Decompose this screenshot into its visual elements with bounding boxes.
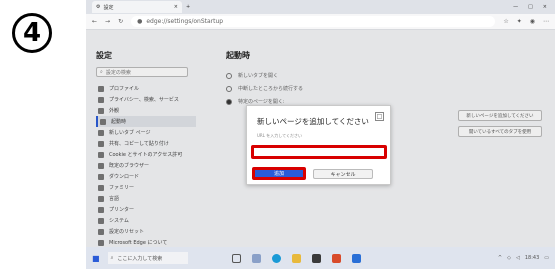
windows-start-icon[interactable]: ■: [92, 254, 100, 263]
taskbar-search-input[interactable]: ⌕ ここに入力して検索: [107, 252, 188, 264]
taskbar-search-placeholder: ここに入力して検索: [117, 255, 163, 262]
browser-titlebar: ⚙ 設定 × + — □ ×: [86, 0, 555, 14]
chevron-up-icon[interactable]: ^: [498, 255, 502, 261]
volume-icon[interactable]: ◁: [516, 255, 520, 261]
network-icon[interactable]: ◇: [507, 255, 511, 261]
add-button[interactable]: 追加: [252, 167, 306, 180]
tab-settings[interactable]: ⚙ 設定 ×: [92, 1, 182, 13]
maximize-button[interactable]: □: [528, 4, 533, 10]
url-field-label: URL を入力してください: [257, 133, 302, 138]
tab-title: 設定: [103, 4, 114, 11]
notification-icon[interactable]: ▭: [544, 255, 549, 261]
dialog-close-icon[interactable]: □: [375, 112, 384, 121]
file-explorer-icon[interactable]: [291, 253, 301, 263]
task-view-icon[interactable]: [231, 253, 241, 263]
mail-icon[interactable]: [351, 253, 361, 263]
address-bar: ← → ↻ ● edge://settings/onStartup ☆ ✦ ◉ …: [86, 14, 555, 30]
url-input[interactable]: [251, 145, 387, 159]
taskbar: ■ ⌕ ここに入力して検索 ^ ◇ ◁ 18:43 ▭: [86, 247, 555, 269]
step-number: 4: [2, 8, 62, 53]
forward-icon[interactable]: →: [105, 18, 110, 25]
url-text: edge://settings/onStartup: [146, 18, 224, 25]
new-tab-icon[interactable]: +: [186, 4, 190, 10]
search-icon: ⌕: [110, 255, 114, 261]
close-window-button[interactable]: ×: [543, 4, 547, 10]
gear-icon: ⚙: [96, 4, 101, 10]
url-field[interactable]: ● edge://settings/onStartup: [131, 16, 496, 27]
more-menu-icon[interactable]: ⋯: [543, 18, 549, 25]
back-icon[interactable]: ←: [92, 18, 97, 25]
edge-taskbar-icon[interactable]: [271, 253, 281, 263]
cancel-button[interactable]: キャンセル: [313, 169, 373, 179]
tab-close-icon[interactable]: ×: [174, 4, 178, 10]
widgets-icon[interactable]: [251, 253, 261, 263]
screenshot: ⚙ 設定 × + — □ × ← → ↻ ● edge://settings/o…: [86, 0, 555, 269]
minimize-button[interactable]: —: [513, 4, 518, 10]
refresh-icon[interactable]: ↻: [118, 18, 123, 25]
edge-icon: ●: [137, 18, 143, 25]
collections-icon[interactable]: ✦: [517, 18, 522, 25]
system-tray: ^ ◇ ◁ 18:43 ▭: [498, 255, 555, 261]
profile-icon[interactable]: ◉: [530, 18, 535, 25]
favorites-star-icon[interactable]: ☆: [503, 18, 508, 25]
step-number-circle: 4: [12, 13, 52, 53]
office-icon[interactable]: [331, 253, 341, 263]
clock[interactable]: 18:43: [525, 255, 539, 261]
store-icon[interactable]: [311, 253, 321, 263]
dialog-title: 新しいページを追加してください: [257, 117, 369, 126]
